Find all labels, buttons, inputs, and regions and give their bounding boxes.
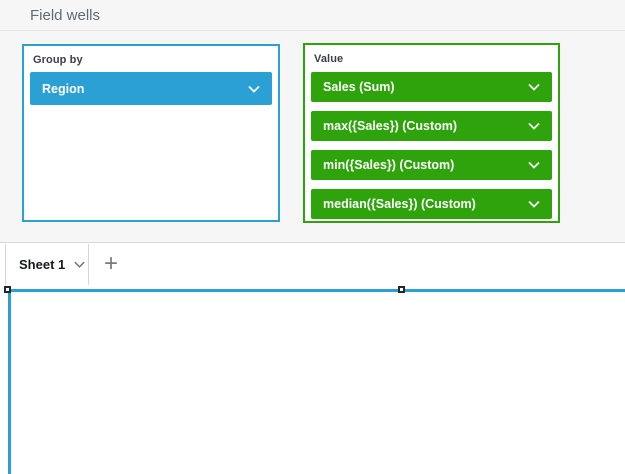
field-pill-median-sales[interactable]: median({Sales}) (Custom) bbox=[311, 189, 552, 219]
sheet-canvas: Max({sales}), Sum of Sales, Min({sales})… bbox=[0, 285, 625, 474]
resize-handle-top-left[interactable] bbox=[4, 286, 11, 293]
resize-handle-top-middle[interactable] bbox=[398, 286, 405, 293]
field-pill-region[interactable]: Region bbox=[30, 72, 272, 105]
chevron-down-icon[interactable] bbox=[72, 257, 87, 272]
chevron-down-icon[interactable] bbox=[526, 79, 542, 95]
chevron-down-icon[interactable] bbox=[526, 118, 542, 134]
value-pill-list: Sales (Sum) max({Sales}) (Custom) min({S… bbox=[311, 72, 552, 219]
field-pill-median-sales-label: median({Sales}) (Custom) bbox=[323, 197, 476, 211]
field-wells-divider bbox=[0, 30, 625, 31]
sheet-tab-bar: Sheet 1 + bbox=[0, 244, 625, 285]
group-by-label: Group by bbox=[33, 54, 278, 66]
field-pill-min-sales-label: min({Sales}) (Custom) bbox=[323, 158, 454, 172]
field-pill-sales-sum[interactable]: Sales (Sum) bbox=[311, 72, 552, 102]
value-label: Value bbox=[314, 53, 558, 65]
field-wells-title: Field wells bbox=[30, 7, 100, 24]
group-by-field-well: Group by Region bbox=[22, 44, 280, 222]
chevron-down-icon[interactable] bbox=[526, 196, 542, 212]
chevron-down-icon[interactable] bbox=[246, 81, 262, 97]
tab-sheet-1[interactable]: Sheet 1 bbox=[5, 244, 89, 285]
field-pill-min-sales[interactable]: min({Sales}) (Custom) bbox=[311, 150, 552, 180]
field-pill-region-label: Region bbox=[42, 82, 84, 96]
field-pill-sales-sum-label: Sales (Sum) bbox=[323, 80, 395, 94]
visual-selection-border-top bbox=[8, 289, 625, 292]
quicksight-analysis-screen: Field wells Group by Region Value Sales … bbox=[0, 0, 625, 474]
value-field-well: Value Sales (Sum) max({Sales}) (Custom) … bbox=[303, 43, 560, 223]
add-sheet-button[interactable]: + bbox=[97, 250, 125, 278]
field-pill-max-sales-label: max({Sales}) (Custom) bbox=[323, 119, 457, 133]
tab-sheet-1-label: Sheet 1 bbox=[19, 257, 65, 272]
field-wells-panel: Field wells Group by Region Value Sales … bbox=[0, 0, 625, 243]
field-pill-max-sales[interactable]: max({Sales}) (Custom) bbox=[311, 111, 552, 141]
visual-selection-border-left bbox=[8, 289, 11, 474]
chevron-down-icon[interactable] bbox=[526, 157, 542, 173]
